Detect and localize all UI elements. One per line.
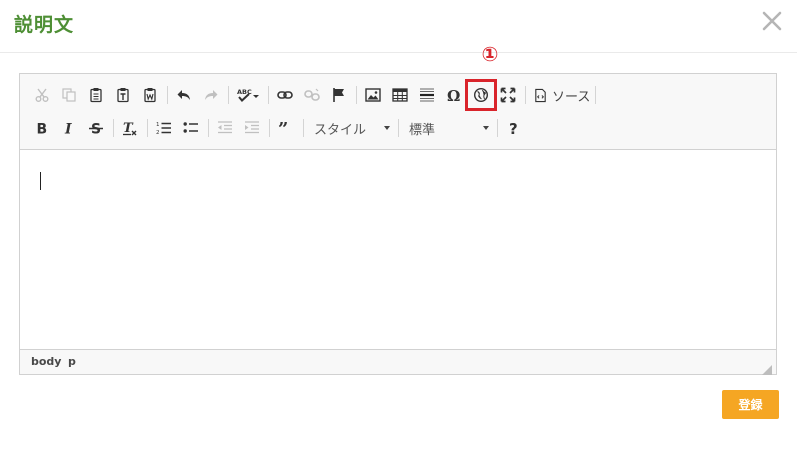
source-label: ソース [552, 89, 591, 105]
image-icon[interactable] [361, 83, 385, 107]
format-label: 標準 [409, 122, 436, 138]
remove-format-icon[interactable]: T [118, 116, 142, 140]
source-button[interactable]: ソース [530, 83, 593, 107]
globe-icon[interactable] [465, 79, 497, 111]
text-caret [40, 172, 41, 190]
paste-icon[interactable] [84, 83, 108, 107]
toolbar-row-2: B I S T 12 ” スタイル 標準 ? [30, 115, 529, 141]
italic-icon[interactable]: I [57, 116, 81, 140]
bulleted-list-icon[interactable] [179, 116, 203, 140]
unlink-icon[interactable] [300, 83, 324, 107]
help-icon[interactable]: ? [502, 116, 526, 140]
svg-text:Ω: Ω [447, 87, 460, 103]
toolbar-separator [269, 119, 270, 137]
numbered-list-icon[interactable]: 12 [152, 116, 176, 140]
styles-dropdown[interactable]: スタイル [308, 117, 396, 139]
strikethrough-icon[interactable]: S [84, 116, 108, 140]
blockquote-icon[interactable]: ” [274, 116, 298, 140]
toolbar-separator [303, 119, 304, 137]
svg-text:”: ” [278, 120, 288, 136]
copy-icon[interactable] [57, 83, 81, 107]
undo-icon[interactable] [172, 83, 196, 107]
anchor-flag-icon[interactable] [327, 83, 351, 107]
svg-text:I: I [64, 122, 72, 137]
editor-statusbar: body p [20, 349, 776, 375]
svg-text:ABC: ABC [237, 88, 252, 96]
toolbar-separator [147, 119, 148, 137]
editor-toolbar: ABC Ω ソース B I S T 1 2 ” スタイル 標準 ? [20, 74, 776, 150]
format-dropdown[interactable]: 標準 [403, 117, 495, 139]
toolbar-separator [356, 86, 357, 104]
spellcheck-icon[interactable]: ABC [233, 83, 263, 107]
cut-icon[interactable] [30, 83, 54, 107]
register-button[interactable]: 登録 [722, 390, 779, 419]
paste-text-icon[interactable] [111, 83, 135, 107]
close-icon[interactable] [760, 9, 784, 33]
toolbar-separator [208, 119, 209, 137]
maximize-icon[interactable] [496, 83, 520, 107]
chevron-down-icon [384, 126, 390, 130]
toolbar-separator [113, 119, 114, 137]
toolbar-separator [525, 86, 526, 104]
annotation-marker: ① [481, 42, 499, 66]
editor-content-area[interactable] [20, 150, 776, 349]
indent-icon[interactable] [240, 116, 264, 140]
paste-from-word-icon[interactable] [138, 83, 162, 107]
modal-title: 説明文 [14, 14, 75, 36]
bold-icon[interactable]: B [30, 116, 54, 140]
special-char-icon[interactable]: Ω [442, 83, 466, 107]
toolbar-separator [228, 86, 229, 104]
table-icon[interactable] [388, 83, 412, 107]
path-item-p[interactable]: p [68, 355, 76, 368]
svg-text:1: 1 [156, 122, 160, 128]
styles-label: スタイル [314, 122, 367, 138]
svg-text:B: B [37, 122, 48, 137]
header-divider [0, 52, 797, 53]
source-icon [535, 88, 546, 102]
path-item-body[interactable]: body [31, 355, 61, 368]
redo-icon[interactable] [199, 83, 223, 107]
toolbar-separator [398, 119, 399, 137]
toolbar-separator [167, 86, 168, 104]
toolbar-separator [268, 86, 269, 104]
horizontal-line-icon[interactable] [415, 83, 439, 107]
toolbar-separator [595, 86, 597, 104]
toolbar-row-1: ABC Ω ソース [30, 79, 600, 111]
svg-text:?: ? [509, 120, 518, 136]
resize-handle-icon[interactable] [762, 360, 772, 375]
rich-text-editor: ABC Ω ソース B I S T 1 2 ” スタイル 標準 ? body p [19, 73, 777, 375]
link-icon[interactable] [273, 83, 297, 107]
toolbar-separator [497, 119, 498, 137]
svg-text:2: 2 [156, 130, 160, 136]
outdent-icon[interactable] [213, 116, 237, 140]
chevron-down-icon [483, 126, 489, 130]
